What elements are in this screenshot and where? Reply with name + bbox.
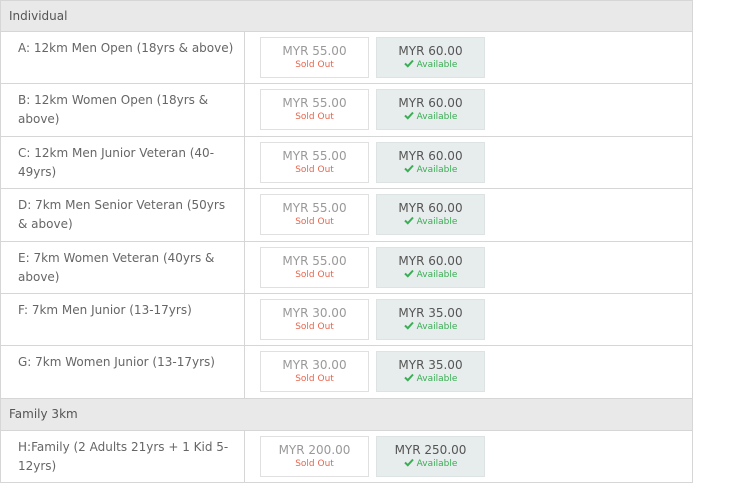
category-label: D: 7km Men Senior Veteran (50yrs & above… <box>0 188 245 242</box>
sold-out-label: Sold Out <box>295 60 334 70</box>
normal-price-option[interactable]: MYR 60.00 Available <box>376 194 485 236</box>
price-amount: MYR 60.00 <box>398 148 463 163</box>
table-row: D: 7km Men Senior Veteran (50yrs & above… <box>0 188 693 242</box>
price-amount: MYR 55.00 <box>282 44 347 58</box>
early-bird-price-option: MYR 55.00 Sold Out <box>260 141 369 183</box>
check-icon <box>403 373 414 382</box>
table-row: H:Family (2 Adults 21yrs + 1 Kid 5-12yrs… <box>0 429 693 484</box>
section-header-individual: Individual <box>0 0 693 31</box>
check-icon <box>403 269 414 278</box>
price-amount: MYR 35.00 <box>398 358 463 373</box>
price-amount: MYR 30.00 <box>282 358 347 373</box>
early-bird-price-option: MYR 55.00 Sold Out <box>260 37 369 78</box>
normal-price-option[interactable]: MYR 35.00 Available <box>376 351 485 393</box>
category-label: C: 12km Men Junior Veteran (40-49yrs) <box>0 135 245 190</box>
available-label: Available <box>416 374 458 385</box>
price-amount: MYR 60.00 <box>398 201 463 216</box>
category-label: A: 12km Men Open (18yrs & above) <box>0 30 245 85</box>
available-label: Available <box>416 321 458 332</box>
early-bird-price-option: MYR 55.00 Sold Out <box>260 246 369 288</box>
available-label: Available <box>416 60 458 70</box>
normal-price-option[interactable]: MYR 60.00 Available <box>376 37 485 78</box>
normal-price-option[interactable]: MYR 60.00 Available <box>376 141 485 183</box>
section-title: Family 3km <box>9 407 78 422</box>
price-amount: MYR 35.00 <box>398 305 463 320</box>
section-title: Individual <box>9 9 68 23</box>
available-label: Available <box>416 112 458 123</box>
check-icon <box>403 216 414 225</box>
category-label: B: 12km Women Open (18yrs & above) <box>0 83 245 137</box>
price-amount: MYR 250.00 <box>394 442 467 457</box>
sold-out-label: Sold Out <box>295 321 334 332</box>
check-icon <box>403 458 414 467</box>
table-row: F: 7km Men Junior (13-17yrs) MYR 30.00 S… <box>0 292 693 347</box>
early-bird-price-option: MYR 30.00 Sold Out <box>260 351 369 393</box>
normal-price-option[interactable]: MYR 250.00 Available <box>376 435 485 477</box>
category-table-individual: A: 12km Men Open (18yrs & above) MYR 55.… <box>0 30 693 399</box>
price-amount: MYR 55.00 <box>282 201 347 216</box>
table-row: E: 7km Women Veteran (40yrs & above) MYR… <box>0 240 693 294</box>
check-icon <box>403 59 414 68</box>
price-amount: MYR 55.00 <box>282 148 347 163</box>
category-label: E: 7km Women Veteran (40yrs & above) <box>0 240 245 294</box>
normal-price-option[interactable]: MYR 60.00 Available <box>376 246 485 288</box>
price-amount: MYR 30.00 <box>282 305 347 320</box>
early-bird-price-option: MYR 30.00 Sold Out <box>260 298 369 340</box>
price-amount: MYR 60.00 <box>398 253 463 268</box>
check-icon <box>403 111 414 121</box>
price-list: Individual A: 12km Men Open (18yrs & abo… <box>0 0 693 484</box>
price-amount: MYR 55.00 <box>282 253 347 268</box>
early-bird-price-option: MYR 200.00 Sold Out <box>260 435 369 477</box>
check-icon <box>403 164 414 173</box>
table-row: B: 12km Women Open (18yrs & above) MYR 5… <box>0 83 693 137</box>
check-icon <box>403 321 414 330</box>
category-label: H:Family (2 Adults 21yrs + 1 Kid 5-12yrs… <box>0 429 245 484</box>
price-amount: MYR 60.00 <box>398 44 463 58</box>
sold-out-label: Sold Out <box>295 269 334 280</box>
available-label: Available <box>416 458 458 469</box>
category-label: G: 7km Women Junior (13-17yrs) <box>0 345 245 399</box>
available-label: Available <box>416 164 458 175</box>
early-bird-price-option: MYR 55.00 Sold Out <box>260 194 369 236</box>
sold-out-label: Sold Out <box>295 217 334 228</box>
table-row: C: 12km Men Junior Veteran (40-49yrs) MY… <box>0 135 693 190</box>
available-label: Available <box>416 269 458 280</box>
sold-out-label: Sold Out <box>295 112 334 123</box>
category-label: F: 7km Men Junior (13-17yrs) <box>0 292 245 347</box>
section-header-family: Family 3km <box>0 398 693 430</box>
price-amount: MYR 60.00 <box>398 96 463 111</box>
available-label: Available <box>416 217 458 228</box>
price-amount: MYR 200.00 <box>278 442 351 457</box>
sold-out-label: Sold Out <box>295 374 334 385</box>
sold-out-label: Sold Out <box>295 164 334 175</box>
normal-price-option[interactable]: MYR 35.00 Available <box>376 298 485 340</box>
table-row: A: 12km Men Open (18yrs & above) MYR 55.… <box>0 30 693 85</box>
normal-price-option[interactable]: MYR 60.00 Available <box>376 89 485 131</box>
price-amount: MYR 55.00 <box>282 96 347 111</box>
category-table-family: H:Family (2 Adults 21yrs + 1 Kid 5-12yrs… <box>0 429 693 484</box>
sold-out-label: Sold Out <box>295 458 334 469</box>
early-bird-price-option: MYR 55.00 Sold Out <box>260 89 369 131</box>
table-row: G: 7km Women Junior (13-17yrs) MYR 30.00… <box>0 345 693 399</box>
